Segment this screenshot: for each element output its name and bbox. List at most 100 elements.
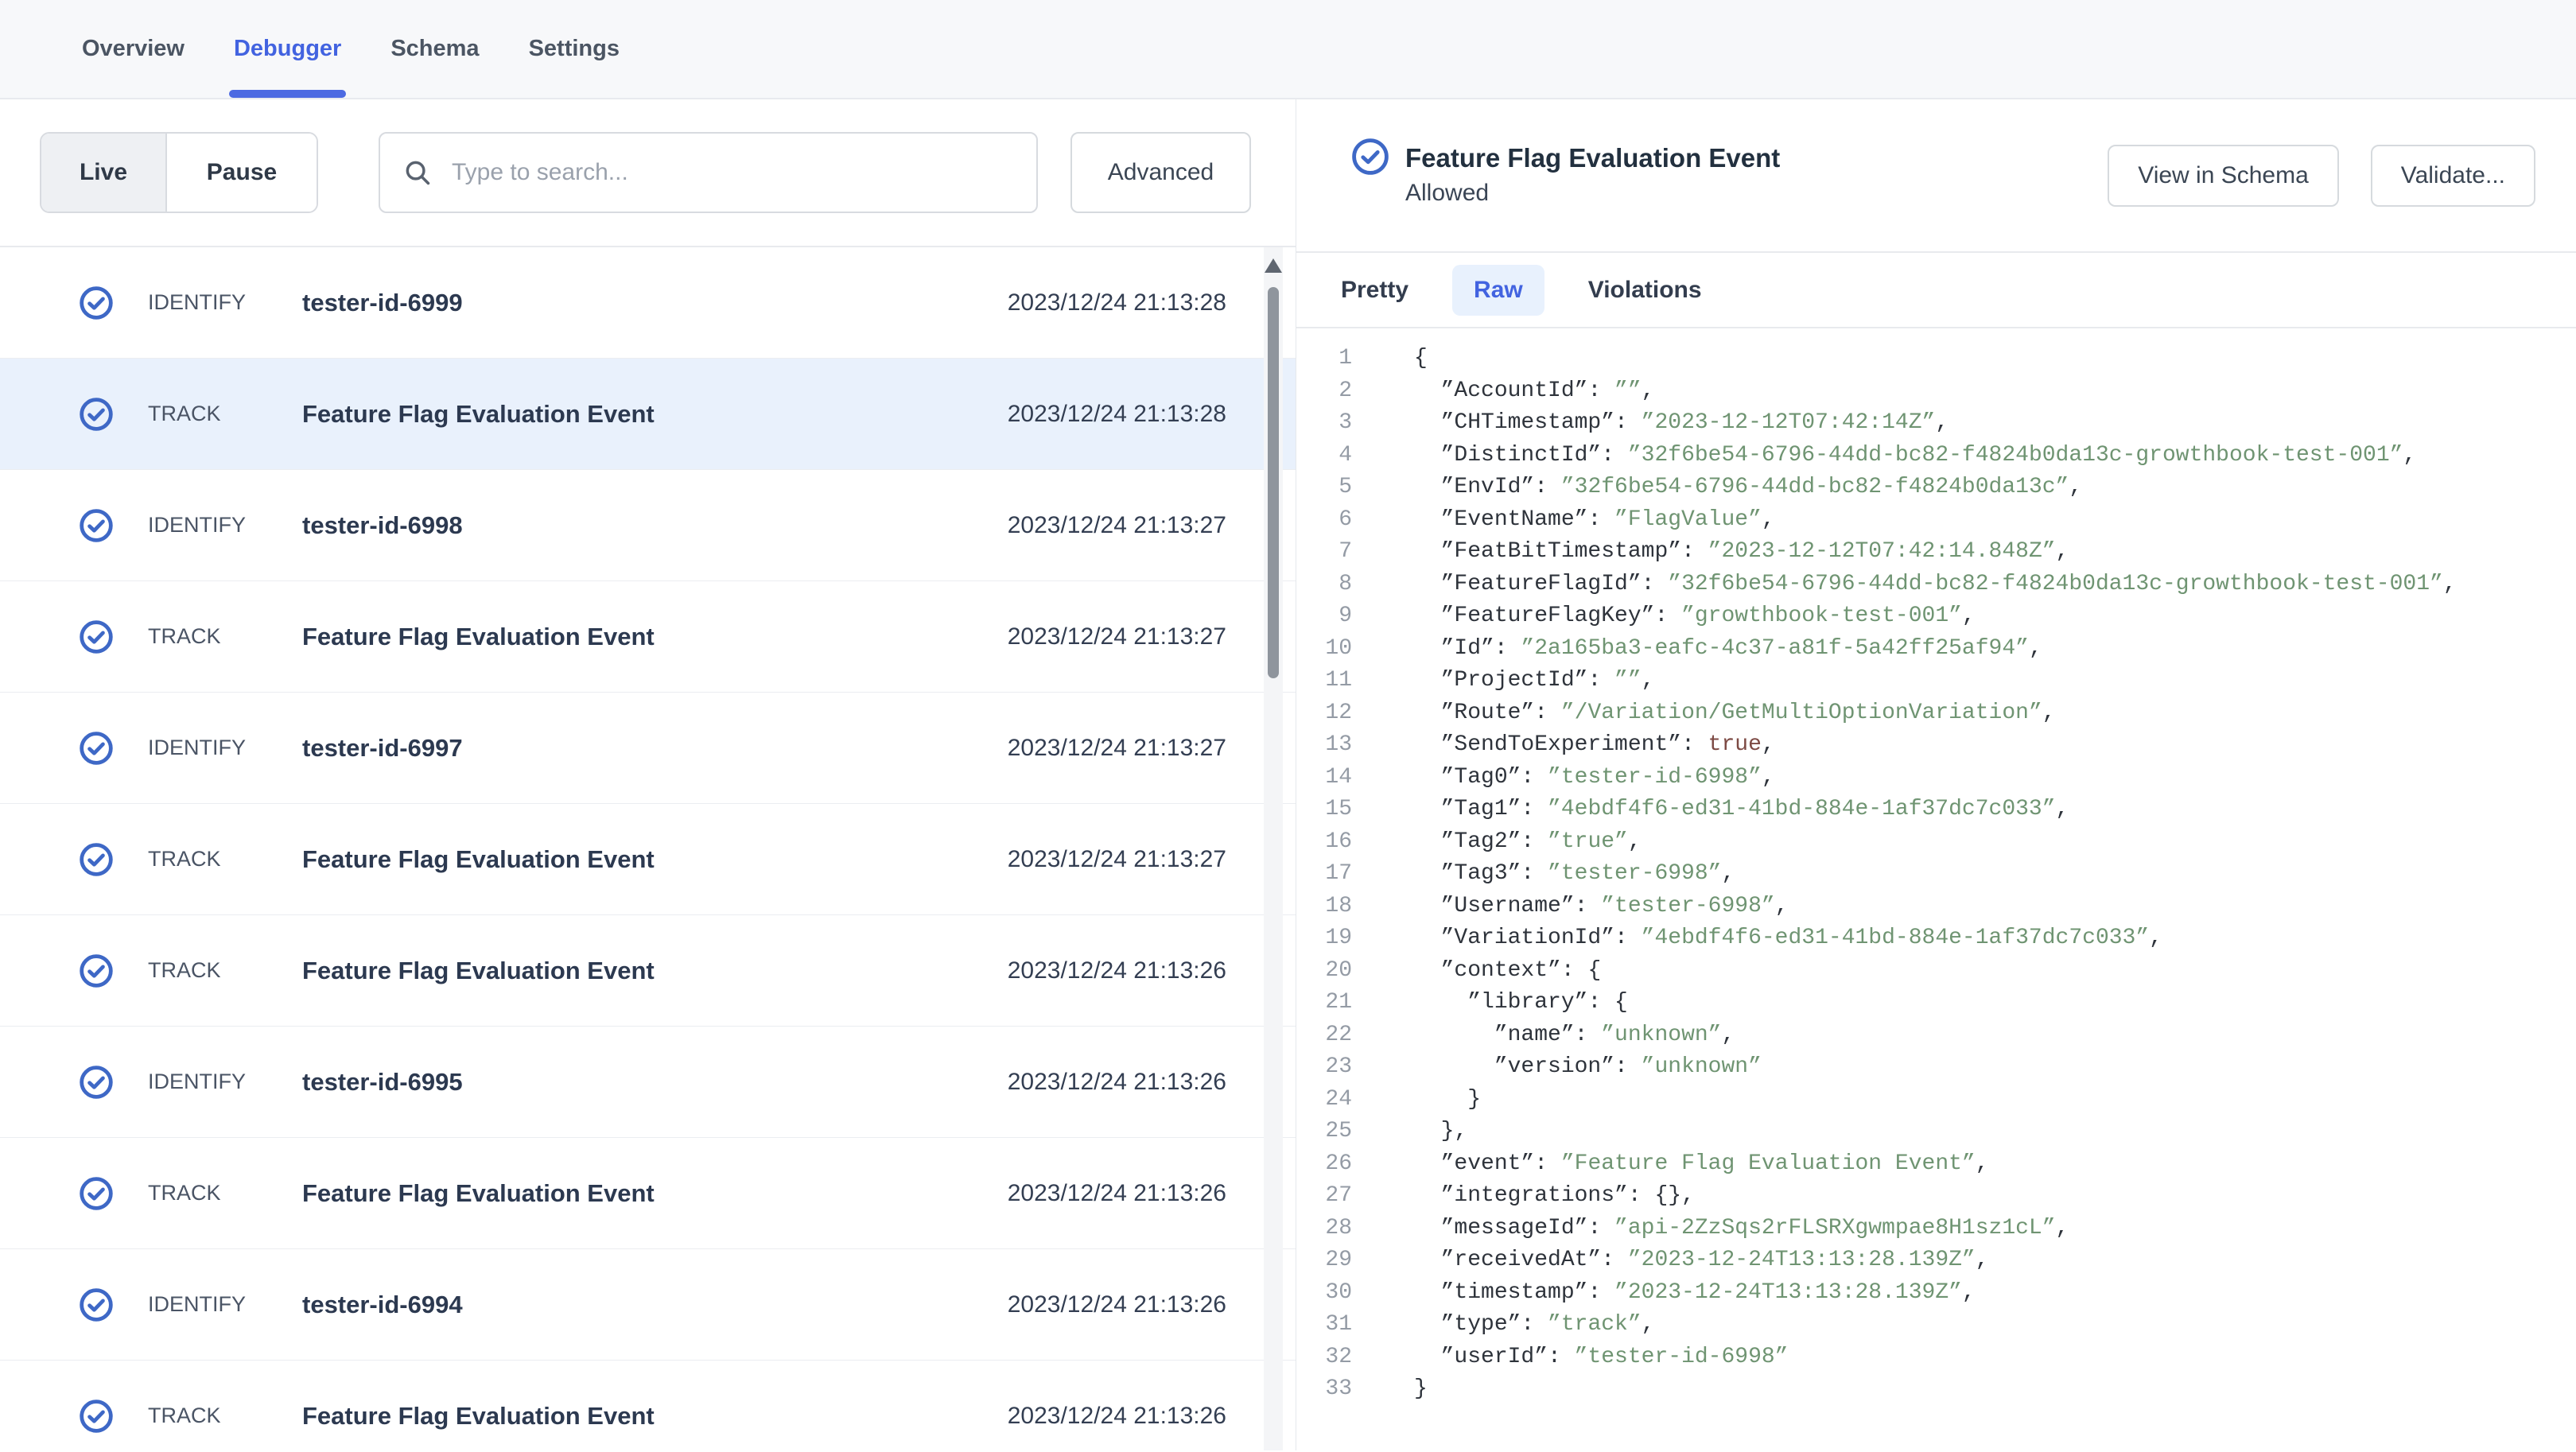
code-line: 8 ”FeatureFlagId”: ”32f6be54-6796-44dd-b… — [1296, 569, 2576, 601]
line-number: 12 — [1296, 697, 1352, 730]
advanced-button[interactable]: Advanced — [1070, 132, 1251, 213]
event-name: Feature Flag Evaluation Event — [302, 623, 1008, 651]
view-in-schema-button[interactable]: View in Schema — [2108, 145, 2339, 207]
event-row[interactable]: TRACK Feature Flag Evaluation Event 2023… — [0, 804, 1296, 915]
event-type-label: TRACK — [148, 1403, 302, 1428]
event-name: tester-id-6995 — [302, 1068, 1008, 1097]
detail-title-block: Feature Flag Evaluation Event Allowed — [1405, 141, 1780, 211]
tab-settings[interactable]: Settings — [529, 0, 620, 98]
live-pause-toggle: Live Pause — [40, 132, 318, 213]
event-name: tester-id-6999 — [302, 289, 1008, 317]
line-number: 23 — [1296, 1051, 1352, 1084]
event-type-label: TRACK — [148, 402, 302, 426]
circle-check-icon — [79, 731, 114, 766]
event-row[interactable]: IDENTIFY tester-id-6997 2023/12/24 21:13… — [0, 693, 1296, 804]
detail-header-buttons: View in Schema Validate... — [2108, 145, 2535, 207]
event-type-label: IDENTIFY — [148, 1292, 302, 1317]
validate-button[interactable]: Validate... — [2371, 145, 2535, 207]
top-tab-bar: Overview Debugger Schema Settings — [0, 0, 2576, 99]
line-number: 27 — [1296, 1180, 1352, 1213]
line-number: 31 — [1296, 1309, 1352, 1341]
event-type-label: IDENTIFY — [148, 290, 302, 315]
event-row[interactable]: TRACK Feature Flag Evaluation Event 2023… — [0, 1138, 1296, 1249]
live-button[interactable]: Live — [41, 134, 167, 212]
code-line: 33} — [1296, 1373, 2576, 1406]
event-row[interactable]: TRACK Feature Flag Evaluation Event 2023… — [0, 581, 1296, 693]
line-number: 8 — [1296, 569, 1352, 601]
event-type-label: IDENTIFY — [148, 736, 302, 760]
event-timestamp: 2023/12/24 21:13:27 — [1008, 512, 1226, 539]
event-list-panel: Live Pause Advanced IDENTIFY tester-id-6… — [0, 99, 1296, 1450]
line-number: 13 — [1296, 729, 1352, 762]
event-row[interactable]: IDENTIFY tester-id-6995 2023/12/24 21:13… — [0, 1027, 1296, 1138]
code-line: 11 ”ProjectId”: ””, — [1296, 665, 2576, 697]
event-rows: IDENTIFY tester-id-6999 2023/12/24 21:13… — [0, 247, 1296, 1450]
tab-overview[interactable]: Overview — [82, 0, 185, 98]
event-timestamp: 2023/12/24 21:13:26 — [1008, 1180, 1226, 1207]
line-number: 20 — [1296, 955, 1352, 988]
scrollbar-up-arrow-icon[interactable] — [1265, 258, 1282, 273]
circle-check-icon — [79, 285, 114, 320]
circle-check-icon — [79, 1399, 114, 1434]
code-line: 10 ”Id”: ”2a165ba3-eafc-4c37-a81f-5a42ff… — [1296, 633, 2576, 666]
code-line: 26 ”event”: ”Feature Flag Evaluation Eve… — [1296, 1148, 2576, 1181]
event-name: Feature Flag Evaluation Event — [302, 400, 1008, 429]
code-line: 25 }, — [1296, 1116, 2576, 1148]
line-number: 22 — [1296, 1019, 1352, 1052]
line-number: 11 — [1296, 665, 1352, 697]
line-number: 24 — [1296, 1084, 1352, 1116]
event-type-label: TRACK — [148, 624, 302, 649]
event-name: Feature Flag Evaluation Event — [302, 845, 1008, 874]
event-name: Feature Flag Evaluation Event — [302, 1402, 1008, 1431]
code-line: 4 ”DistinctId”: ”32f6be54-6796-44dd-bc82… — [1296, 440, 2576, 472]
event-row[interactable]: TRACK Feature Flag Evaluation Event 2023… — [0, 915, 1296, 1027]
event-row[interactable]: TRACK Feature Flag Evaluation Event 2023… — [0, 1361, 1296, 1450]
event-timestamp: 2023/12/24 21:13:28 — [1008, 401, 1226, 428]
event-timestamp: 2023/12/24 21:13:26 — [1008, 1403, 1226, 1430]
line-number: 5 — [1296, 472, 1352, 504]
line-number: 15 — [1296, 794, 1352, 826]
tab-violations[interactable]: Violations — [1574, 265, 1716, 316]
circle-check-icon — [1351, 138, 1389, 176]
circle-check-icon — [79, 953, 114, 988]
code-line: 24 } — [1296, 1084, 2576, 1116]
tab-pretty[interactable]: Pretty — [1327, 265, 1423, 316]
raw-json-viewer: 1{2 ”AccountId”: ””,3 ”CHTimestamp”: ”20… — [1296, 328, 2576, 1450]
event-name: tester-id-6997 — [302, 734, 1008, 763]
code-line: 15 ”Tag1”: ”4ebdf4f6-ed31-41bd-884e-1af3… — [1296, 794, 2576, 826]
event-row[interactable]: IDENTIFY tester-id-6999 2023/12/24 21:13… — [0, 247, 1296, 359]
code-line: 2 ”AccountId”: ””, — [1296, 375, 2576, 408]
code-line: 21 ”library”: { — [1296, 987, 2576, 1019]
tab-debugger[interactable]: Debugger — [234, 0, 341, 98]
circle-check-icon — [79, 508, 114, 543]
circle-check-icon — [79, 1065, 114, 1100]
event-name: Feature Flag Evaluation Event — [302, 957, 1008, 985]
event-row[interactable]: IDENTIFY tester-id-6994 2023/12/24 21:13… — [0, 1249, 1296, 1361]
code-line: 31 ”type”: ”track”, — [1296, 1309, 2576, 1341]
line-number: 32 — [1296, 1341, 1352, 1374]
line-number: 21 — [1296, 987, 1352, 1019]
event-name: Feature Flag Evaluation Event — [302, 1179, 1008, 1208]
search-input[interactable] — [452, 159, 1014, 186]
event-timestamp: 2023/12/24 21:13:27 — [1008, 846, 1226, 873]
tab-raw[interactable]: Raw — [1452, 265, 1544, 316]
circle-check-icon — [79, 619, 114, 654]
code-line: 27 ”integrations”: {}, — [1296, 1180, 2576, 1213]
code-line: 18 ”Username”: ”tester-6998”, — [1296, 891, 2576, 923]
line-number: 1 — [1296, 343, 1352, 375]
code-line: 13 ”SendToExperiment”: true, — [1296, 729, 2576, 762]
code-line: 20 ”context”: { — [1296, 955, 2576, 988]
scrollbar-thumb[interactable] — [1268, 287, 1279, 678]
event-timestamp: 2023/12/24 21:13:27 — [1008, 623, 1226, 650]
pause-button[interactable]: Pause — [167, 134, 317, 212]
event-type-label: IDENTIFY — [148, 1070, 302, 1094]
line-number: 10 — [1296, 633, 1352, 666]
event-row[interactable]: TRACK Feature Flag Evaluation Event 2023… — [0, 359, 1296, 470]
event-list-scrollbar — [1264, 247, 1283, 1450]
circle-check-icon — [79, 842, 114, 877]
event-row[interactable]: IDENTIFY tester-id-6998 2023/12/24 21:13… — [0, 470, 1296, 581]
line-number: 29 — [1296, 1244, 1352, 1277]
tab-schema[interactable]: Schema — [390, 0, 479, 98]
line-number: 6 — [1296, 504, 1352, 537]
event-name: tester-id-6998 — [302, 511, 1008, 540]
